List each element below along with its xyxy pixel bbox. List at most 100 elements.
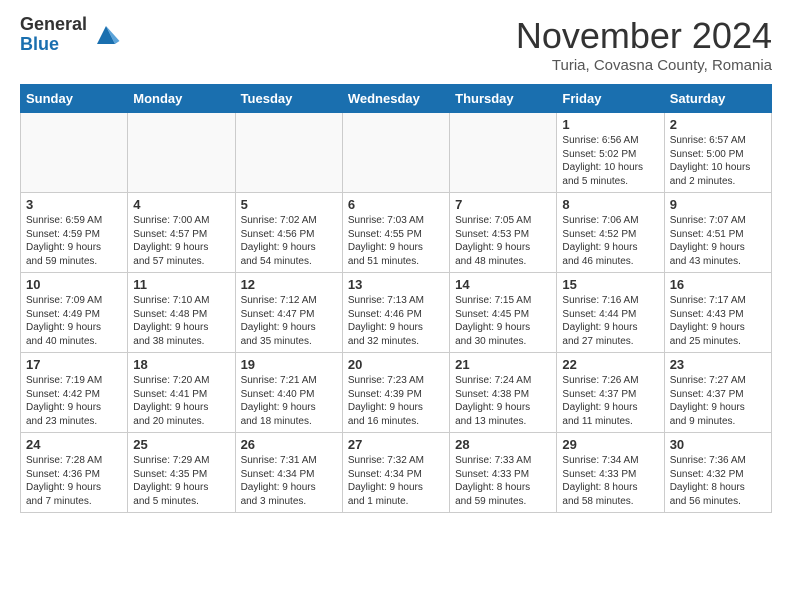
- logo-general: General: [20, 15, 87, 35]
- day-number: 6: [348, 197, 444, 212]
- day-number: 7: [455, 197, 551, 212]
- day-info: Sunrise: 7:07 AM Sunset: 4:51 PM Dayligh…: [670, 214, 766, 268]
- day-number: 10: [26, 277, 122, 292]
- calendar-cell: 18 Sunrise: 7:20 AM Sunset: 4:41 PM Dayli…: [128, 353, 235, 433]
- logo-blue: Blue: [20, 35, 87, 55]
- col-wednesday: Wednesday: [342, 85, 449, 113]
- day-info: Sunrise: 7:15 AM Sunset: 4:45 PM Dayligh…: [455, 294, 551, 348]
- day-number: 14: [455, 277, 551, 292]
- day-info: Sunrise: 7:20 AM Sunset: 4:41 PM Dayligh…: [133, 374, 229, 428]
- calendar-cell: 25 Sunrise: 7:29 AM Sunset: 4:35 PM Dayli…: [128, 433, 235, 513]
- header-row: Sunday Monday Tuesday Wednesday Thursday…: [21, 85, 772, 113]
- day-info: Sunrise: 7:34 AM Sunset: 4:33 PM Dayligh…: [562, 454, 658, 508]
- day-info: Sunrise: 7:23 AM Sunset: 4:39 PM Dayligh…: [348, 374, 444, 428]
- day-info: Sunrise: 7:24 AM Sunset: 4:38 PM Dayligh…: [455, 374, 551, 428]
- day-info: Sunrise: 7:13 AM Sunset: 4:46 PM Dayligh…: [348, 294, 444, 348]
- calendar-cell: 24Sunrise: 7:28 AM Sunset: 4:36 PM Dayli…: [21, 433, 128, 513]
- day-number: 4: [133, 197, 229, 212]
- location: Turia, Covasna County, Romania: [516, 57, 772, 74]
- day-number: 22: [562, 357, 658, 372]
- day-number: 5: [241, 197, 337, 212]
- calendar-cell: 8 Sunrise: 7:06 AM Sunset: 4:52 PM Daylig…: [557, 193, 664, 273]
- day-number: 18: [133, 357, 229, 372]
- calendar-cell: 28 Sunrise: 7:33 AM Sunset: 4:33 PM Dayli…: [450, 433, 557, 513]
- col-sunday: Sunday: [21, 85, 128, 113]
- day-info: Sunrise: 7:05 AM Sunset: 4:53 PM Dayligh…: [455, 214, 551, 268]
- day-info: Sunrise: 6:57 AM Sunset: 5:00 PM Dayligh…: [670, 134, 766, 188]
- day-number: 12: [241, 277, 337, 292]
- day-number: 24: [26, 437, 122, 452]
- day-info: Sunrise: 7:31 AM Sunset: 4:34 PM Dayligh…: [241, 454, 337, 508]
- calendar-cell: 29Sunrise: 7:34 AM Sunset: 4:33 PM Dayli…: [557, 433, 664, 513]
- week-row-2: 3Sunrise: 6:59 AM Sunset: 4:59 PM Daylig…: [21, 193, 772, 273]
- calendar-cell: 9 Sunrise: 7:07 AM Sunset: 4:51 PM Daylig…: [664, 193, 771, 273]
- main-container: General Blue November 2024 Turia, Covasn…: [0, 0, 792, 523]
- day-number: 11: [133, 277, 229, 292]
- day-info: Sunrise: 7:33 AM Sunset: 4:33 PM Dayligh…: [455, 454, 551, 508]
- calendar-cell: 16Sunrise: 7:17 AM Sunset: 4:43 PM Dayli…: [664, 273, 771, 353]
- calendar-cell: 10 Sunrise: 7:09 AM Sunset: 4:49 PM Dayli…: [21, 273, 128, 353]
- calendar-cell: 5 Sunrise: 7:02 AM Sunset: 4:56 PM Daylig…: [235, 193, 342, 273]
- day-number: 19: [241, 357, 337, 372]
- calendar-cell: [235, 113, 342, 193]
- day-number: 25: [133, 437, 229, 452]
- calendar-cell: 17Sunrise: 7:19 AM Sunset: 4:42 PM Dayli…: [21, 353, 128, 433]
- calendar-cell: [21, 113, 128, 193]
- day-info: Sunrise: 7:06 AM Sunset: 4:52 PM Dayligh…: [562, 214, 658, 268]
- calendar-cell: 4Sunrise: 7:00 AM Sunset: 4:57 PM Daylig…: [128, 193, 235, 273]
- logo: General Blue: [20, 15, 121, 55]
- col-saturday: Saturday: [664, 85, 771, 113]
- calendar-cell: 3Sunrise: 6:59 AM Sunset: 4:59 PM Daylig…: [21, 193, 128, 273]
- calendar-cell: 6Sunrise: 7:03 AM Sunset: 4:55 PM Daylig…: [342, 193, 449, 273]
- calendar-cell: 13 Sunrise: 7:13 AM Sunset: 4:46 PM Dayli…: [342, 273, 449, 353]
- day-info: Sunrise: 7:09 AM Sunset: 4:49 PM Dayligh…: [26, 294, 122, 348]
- day-number: 28: [455, 437, 551, 452]
- col-monday: Monday: [128, 85, 235, 113]
- day-number: 9: [670, 197, 766, 212]
- day-info: Sunrise: 7:36 AM Sunset: 4:32 PM Dayligh…: [670, 454, 766, 508]
- calendar-cell: [342, 113, 449, 193]
- day-number: 21: [455, 357, 551, 372]
- day-info: Sunrise: 7:10 AM Sunset: 4:48 PM Dayligh…: [133, 294, 229, 348]
- calendar-cell: 15 Sunrise: 7:16 AM Sunset: 4:44 PM Dayli…: [557, 273, 664, 353]
- calendar-cell: [128, 113, 235, 193]
- day-number: 26: [241, 437, 337, 452]
- calendar-cell: 22 Sunrise: 7:26 AM Sunset: 4:37 PM Dayli…: [557, 353, 664, 433]
- calendar-cell: 7 Sunrise: 7:05 AM Sunset: 4:53 PM Daylig…: [450, 193, 557, 273]
- day-info: Sunrise: 7:12 AM Sunset: 4:47 PM Dayligh…: [241, 294, 337, 348]
- day-number: 23: [670, 357, 766, 372]
- day-number: 13: [348, 277, 444, 292]
- day-number: 16: [670, 277, 766, 292]
- col-tuesday: Tuesday: [235, 85, 342, 113]
- day-info: Sunrise: 7:19 AM Sunset: 4:42 PM Dayligh…: [26, 374, 122, 428]
- day-info: Sunrise: 7:29 AM Sunset: 4:35 PM Dayligh…: [133, 454, 229, 508]
- day-info: Sunrise: 7:26 AM Sunset: 4:37 PM Dayligh…: [562, 374, 658, 428]
- day-info: Sunrise: 7:02 AM Sunset: 4:56 PM Dayligh…: [241, 214, 337, 268]
- calendar-cell: 26 Sunrise: 7:31 AM Sunset: 4:34 PM Dayli…: [235, 433, 342, 513]
- day-number: 1: [562, 117, 658, 132]
- calendar-cell: 12 Sunrise: 7:12 AM Sunset: 4:47 PM Dayli…: [235, 273, 342, 353]
- day-number: 8: [562, 197, 658, 212]
- header: General Blue November 2024 Turia, Covasn…: [20, 15, 772, 74]
- title-section: November 2024 Turia, Covasna County, Rom…: [516, 15, 772, 74]
- day-number: 2: [670, 117, 766, 132]
- month-title: November 2024: [516, 15, 772, 57]
- calendar-cell: 30Sunrise: 7:36 AM Sunset: 4:32 PM Dayli…: [664, 433, 771, 513]
- day-number: 27: [348, 437, 444, 452]
- week-row-4: 17Sunrise: 7:19 AM Sunset: 4:42 PM Dayli…: [21, 353, 772, 433]
- day-info: Sunrise: 7:16 AM Sunset: 4:44 PM Dayligh…: [562, 294, 658, 348]
- day-number: 15: [562, 277, 658, 292]
- calendar-cell: 23Sunrise: 7:27 AM Sunset: 4:37 PM Dayli…: [664, 353, 771, 433]
- day-number: 20: [348, 357, 444, 372]
- calendar-cell: 1 Sunrise: 6:56 AM Sunset: 5:02 PM Daylig…: [557, 113, 664, 193]
- day-info: Sunrise: 6:56 AM Sunset: 5:02 PM Dayligh…: [562, 134, 658, 188]
- calendar-cell: 19Sunrise: 7:21 AM Sunset: 4:40 PM Dayli…: [235, 353, 342, 433]
- calendar-cell: 20 Sunrise: 7:23 AM Sunset: 4:39 PM Dayli…: [342, 353, 449, 433]
- week-row-3: 10 Sunrise: 7:09 AM Sunset: 4:49 PM Dayli…: [21, 273, 772, 353]
- day-number: 3: [26, 197, 122, 212]
- calendar-cell: [450, 113, 557, 193]
- day-info: Sunrise: 7:32 AM Sunset: 4:34 PM Dayligh…: [348, 454, 444, 508]
- calendar-table: Sunday Monday Tuesday Wednesday Thursday…: [20, 84, 772, 513]
- calendar-cell: 14 Sunrise: 7:15 AM Sunset: 4:45 PM Dayli…: [450, 273, 557, 353]
- week-row-1: 1 Sunrise: 6:56 AM Sunset: 5:02 PM Daylig…: [21, 113, 772, 193]
